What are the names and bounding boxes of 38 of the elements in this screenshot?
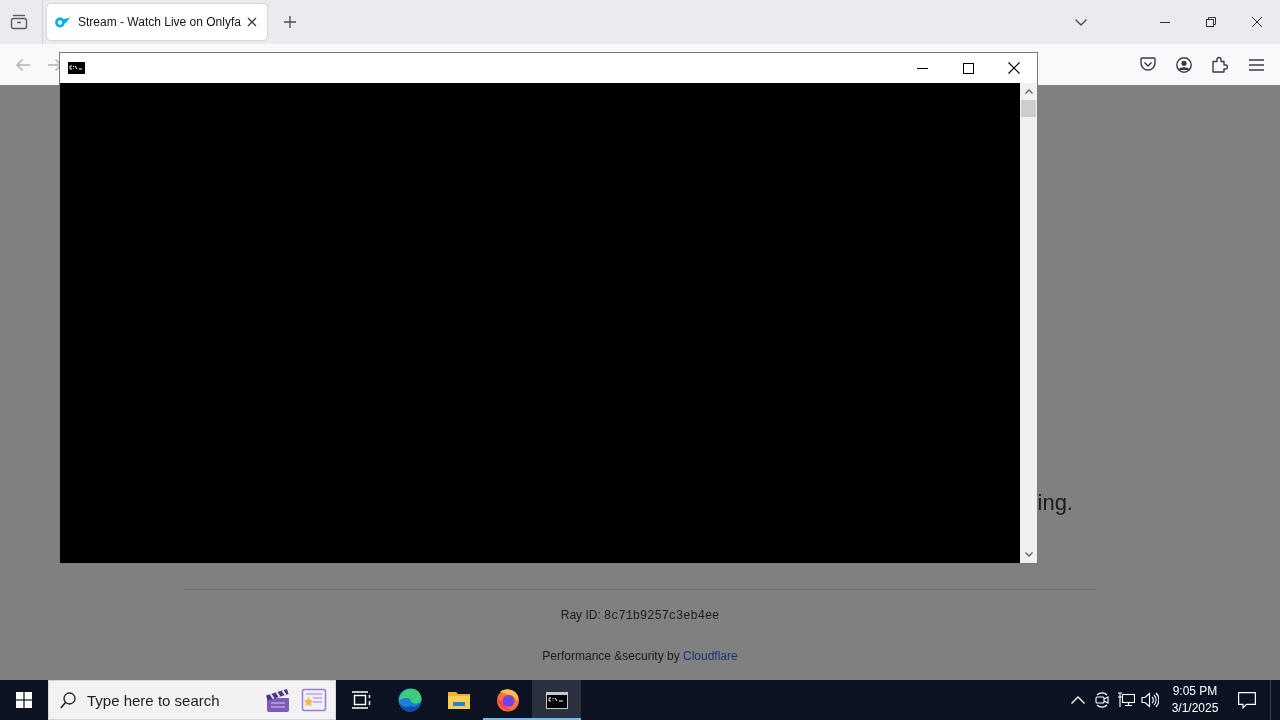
browser-tab[interactable]: Stream - Watch Live on Onlyfa — [47, 4, 267, 40]
chevron-down-icon[interactable] — [1024, 552, 1033, 557]
camera-icon[interactable] — [1094, 692, 1110, 708]
terminal-icon — [545, 691, 568, 709]
close-icon[interactable] — [1008, 62, 1020, 74]
puzzle-piece-icon[interactable] — [1212, 56, 1228, 73]
minimize-icon[interactable] — [1160, 21, 1170, 23]
taskbar-clock[interactable]: 9:05 PM 3/1/2025 — [1166, 680, 1224, 720]
minimize-icon[interactable] — [916, 67, 928, 69]
menu-icon[interactable] — [1248, 58, 1264, 71]
box-icon[interactable] — [10, 14, 28, 30]
close-icon[interactable] — [247, 17, 257, 27]
fox-browser-icon — [495, 688, 520, 712]
four-squares-icon — [16, 692, 32, 708]
plus-icon[interactable] — [284, 16, 296, 28]
ring-logo-icon — [55, 16, 70, 28]
restore-icon[interactable] — [1206, 17, 1216, 27]
terminal-icon — [68, 62, 85, 74]
swirl-browser-icon — [397, 688, 422, 712]
heading-text: ing. — [1037, 489, 1073, 517]
search-icon — [60, 691, 76, 709]
task-view-icon — [350, 691, 371, 709]
search-field[interactable]: Type here to search — [48, 680, 336, 720]
clapperboard-icon — [264, 687, 292, 713]
account-icon[interactable] — [1176, 56, 1192, 73]
volume-icon[interactable] — [1141, 692, 1159, 708]
ray-id-text: Ray ID: 8c71b9257c3eb4ee — [560, 607, 720, 624]
pocket-icon[interactable] — [1140, 57, 1156, 72]
taskbar-button[interactable] — [532, 680, 581, 720]
network-monitor-icon[interactable] — [1117, 692, 1135, 708]
notification-icon[interactable] — [1238, 691, 1256, 709]
scrollbar[interactable] — [1020, 83, 1037, 563]
chevron-down-icon[interactable] — [1075, 18, 1087, 26]
maximize-icon[interactable] — [962, 62, 974, 74]
scrollbar-thumb[interactable] — [1021, 100, 1036, 117]
close-icon[interactable] — [1252, 17, 1262, 27]
footer-text: Performance &security by Cloudflare — [542, 648, 738, 664]
folder-icon — [446, 690, 471, 710]
